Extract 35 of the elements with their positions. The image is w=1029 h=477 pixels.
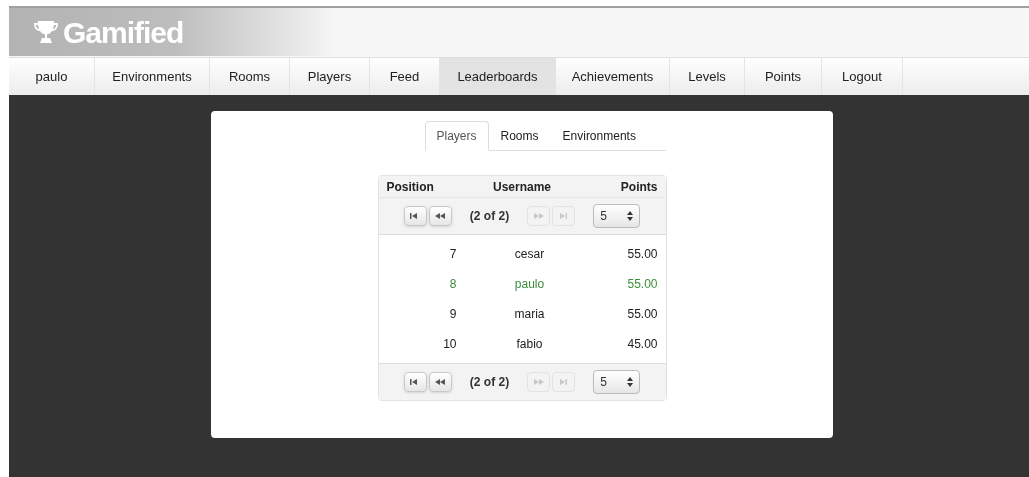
table-cell-text: 8 xyxy=(448,276,457,293)
table-cell-text: 55.00 xyxy=(626,306,658,323)
prev-page-button[interactable] xyxy=(428,206,452,226)
column-header: Username xyxy=(492,178,552,196)
next-icon xyxy=(531,210,546,222)
logo-text: Gamified xyxy=(63,14,184,51)
table-cell-text: maria xyxy=(513,306,546,323)
table-cell-text: fabio xyxy=(515,336,544,353)
table-cell-text: cesar xyxy=(513,246,546,263)
table-cell-text: 7 xyxy=(448,246,457,263)
page-info: (2 of 2) xyxy=(469,208,510,225)
table-cell-text: 55.00 xyxy=(626,246,658,263)
table-cell-text: paulo xyxy=(513,276,546,293)
table-cell-text: 55.00 xyxy=(626,276,658,293)
spinner-arrows-icon xyxy=(627,211,634,221)
spinner-arrows-icon xyxy=(627,377,634,387)
next-icon xyxy=(531,376,546,388)
tab[interactable]: Rooms xyxy=(488,121,551,151)
table-cell-text: 10 xyxy=(442,336,457,353)
prev-icon xyxy=(433,210,448,222)
column-header: Position xyxy=(386,178,435,196)
first-page-button[interactable] xyxy=(403,372,427,392)
tab[interactable]: Players xyxy=(424,121,489,151)
tab[interactable]: Environments xyxy=(550,121,648,151)
nav-item[interactable]: Leaderboards xyxy=(440,58,556,95)
page-size-select[interactable]: 5 xyxy=(593,370,641,394)
table-cell-text: 9 xyxy=(448,306,457,323)
page-info: (2 of 2) xyxy=(469,374,510,391)
page-size-select[interactable]: 5 xyxy=(593,204,641,228)
column-header: Points xyxy=(619,178,658,196)
table-cell-text: 45.00 xyxy=(626,336,658,353)
trophy-icon xyxy=(33,19,59,45)
prev-page-button[interactable] xyxy=(428,372,452,392)
prev-icon xyxy=(433,376,448,388)
first-page-button[interactable] xyxy=(403,206,427,226)
